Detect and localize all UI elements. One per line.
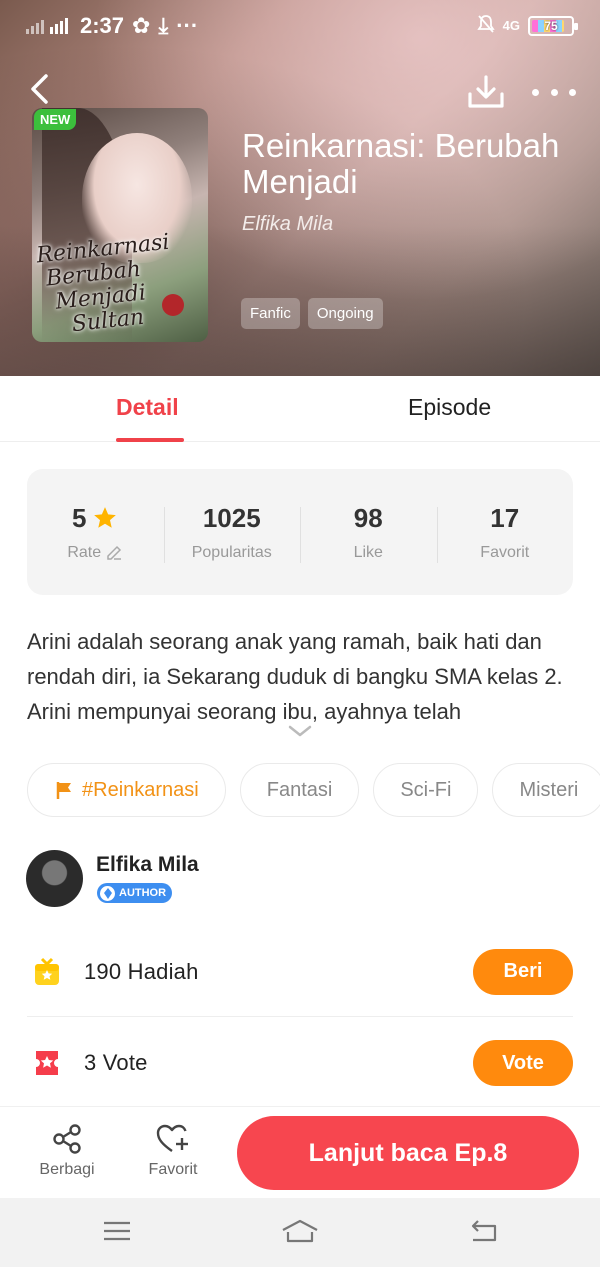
stat-favorite: 17 Favorit (436, 502, 574, 563)
stat-popularity: 1025 Popularitas (163, 502, 301, 563)
pencil-icon (107, 545, 122, 560)
genre-tags: Fanfic Ongoing (241, 298, 383, 329)
expand-synopsis-button[interactable] (287, 722, 313, 740)
recent-apps-button[interactable] (101, 1218, 133, 1244)
home-icon (282, 1219, 318, 1243)
more-status-icon: ··· (176, 13, 199, 38)
bottom-action-bar: Berbagi Favorit Lanjut baca Ep.8 (0, 1106, 600, 1198)
author-name[interactable]: Elfika Mila (96, 853, 199, 877)
star-icon (94, 507, 117, 528)
download-icon (468, 75, 504, 108)
chevron-down-icon (288, 725, 312, 737)
gift-icon (35, 957, 59, 985)
like-label: Like (353, 543, 383, 561)
network-type-right: 4G (502, 18, 520, 33)
share-button[interactable]: Berbagi (22, 1123, 112, 1179)
mute-icon (476, 14, 495, 37)
gift-row: 190 Hadiah Beri (27, 927, 573, 1017)
flag-icon (56, 782, 71, 799)
stat-like: 98 Like (300, 502, 437, 563)
dot (569, 88, 576, 96)
dot (532, 88, 539, 96)
stat-rate[interactable]: 5 Rate (27, 503, 164, 562)
cover-title-artwork: Reinkarnasi Berubah Menjadi Sultan (35, 229, 171, 341)
battery-icon: 75 (528, 15, 578, 36)
download-status-icon: ⤓ (158, 13, 169, 38)
author-badge-icon (100, 885, 115, 901)
gift-count: 190 (84, 958, 122, 984)
back-arrow-icon (471, 1220, 497, 1242)
favorite-label: Favorit (148, 1161, 198, 1178)
author-badge: AUTHOR (97, 883, 173, 903)
vote-ticket-icon (36, 1051, 58, 1075)
continue-reading-button[interactable]: Lanjut baca Ep.8 (237, 1116, 579, 1190)
new-badge: NEW (34, 109, 77, 130)
system-navigation-bar (0, 1198, 600, 1267)
vote-label: Vote (102, 1050, 148, 1075)
keyword-label: #Reinkarnasi (82, 778, 199, 801)
keyword-tag-fantasi[interactable]: Fantasi (239, 763, 360, 817)
download-button[interactable] (466, 72, 506, 112)
share-label: Berbagi (39, 1161, 95, 1178)
menu-icon (104, 1221, 130, 1241)
share-icon (53, 1124, 81, 1154)
status-time: 2:37 (80, 13, 125, 38)
favorite-value: 17 (490, 502, 520, 533)
favorite-button[interactable]: Favorit (128, 1123, 218, 1179)
dot (550, 88, 558, 96)
like-value: 98 (353, 502, 383, 533)
give-gift-button[interactable]: Beri (473, 948, 573, 995)
rate-value: 5 (72, 502, 87, 533)
fan-icon: ✿ (132, 13, 151, 38)
synopsis-text: Arini adalah seorang anak yang ramah, ba… (27, 629, 563, 724)
author-badge-label: AUTHOR (119, 887, 167, 899)
vote-count: 3 (84, 1050, 97, 1075)
favorite-label: Favorit (480, 543, 530, 561)
stats-panel: 5 Rate 1025 Popularitas 98 Like 17 Favor… (27, 469, 573, 595)
keyword-tag-reinkarnasi[interactable]: #Reinkarnasi (27, 763, 226, 817)
tab-detail[interactable]: Detail (116, 394, 179, 421)
keyword-tags: #Reinkarnasi Fantasi Sci-Fi Misteri (27, 763, 600, 817)
gift-label: Hadiah (127, 958, 199, 984)
keyword-tag-misteri[interactable]: Misteri (492, 763, 600, 817)
system-back-button[interactable] (467, 1218, 499, 1244)
tab-bar: Detail Episode (0, 376, 600, 442)
rate-label: Rate (67, 543, 102, 561)
book-cover[interactable]: Reinkarnasi Berubah Menjadi Sultan (32, 108, 208, 342)
genre-tag-fanfic: Fanfic (241, 298, 300, 329)
status-bar: 2:37 ✿ ⤓ ··· 4G 75 (0, 0, 600, 52)
popularity-label: Popularitas (191, 543, 272, 561)
tab-episode[interactable]: Episode (408, 394, 491, 421)
author-avatar[interactable] (26, 850, 83, 907)
cover-seal (162, 294, 184, 316)
book-author[interactable]: Elfika Mila (242, 213, 333, 236)
active-tab-indicator (116, 438, 184, 442)
genre-tag-status: Ongoing (307, 298, 383, 329)
battery-level: 75 (544, 18, 558, 33)
back-button[interactable] (24, 72, 54, 106)
heart-plus-icon (156, 1124, 188, 1152)
book-header: 2:37 ✿ ⤓ ··· 4G 75 Reinkarnasi Berubah M… (0, 0, 600, 376)
book-title: Reinkarnasi: Berubah Menjadi (242, 127, 560, 200)
more-options-button[interactable] (532, 78, 576, 106)
chevron-left-icon (31, 74, 48, 104)
signal-icon (26, 15, 72, 37)
popularity-value: 1025 (202, 502, 261, 533)
keyword-tag-scifi[interactable]: Sci-Fi (373, 763, 479, 817)
vote-row: 3 Vote Vote (27, 1018, 573, 1108)
home-button[interactable] (280, 1218, 320, 1244)
vote-button[interactable]: Vote (473, 1040, 573, 1086)
